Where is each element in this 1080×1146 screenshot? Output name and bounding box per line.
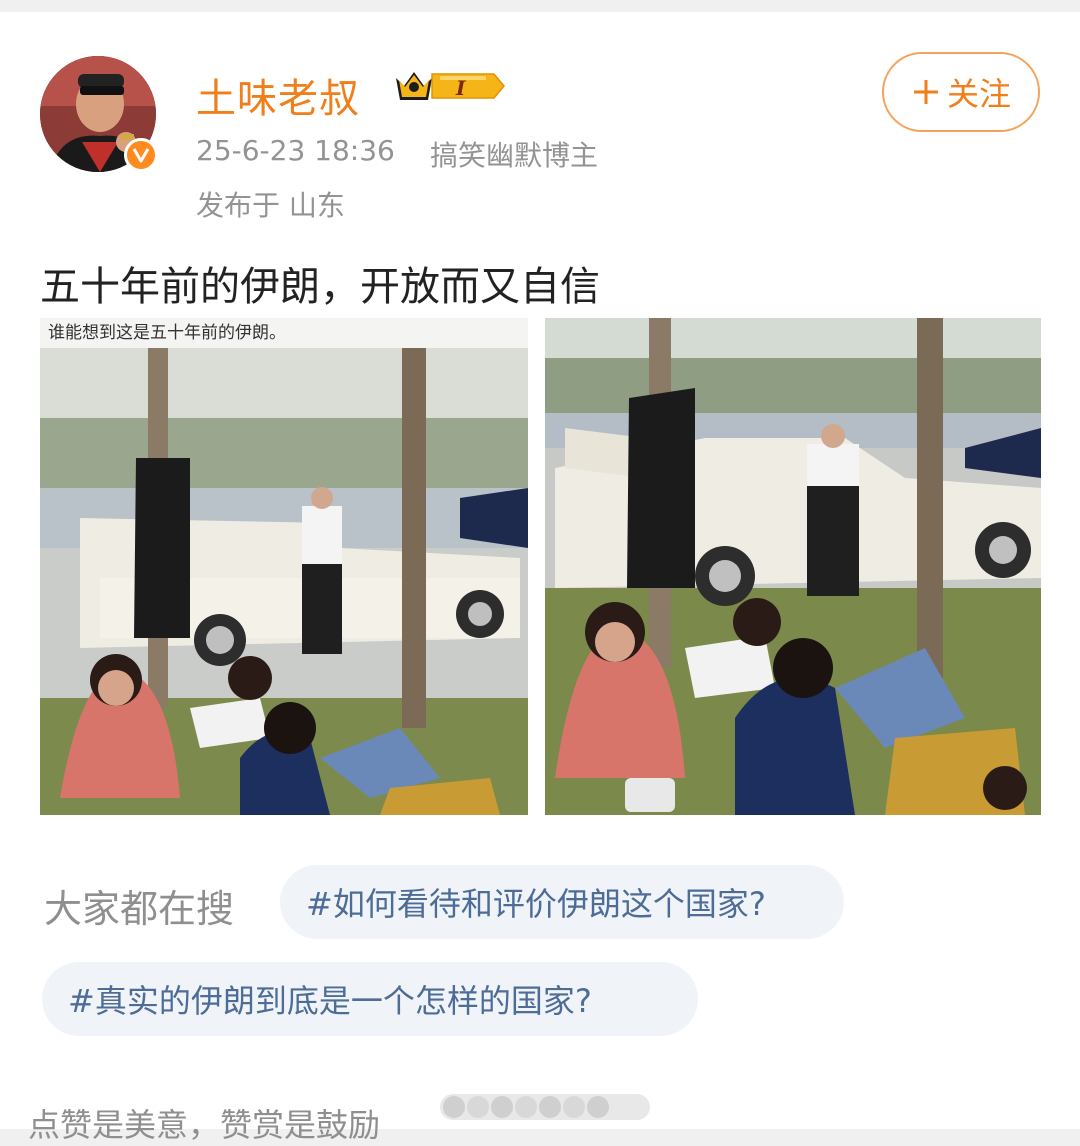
verified-badge-icon [124, 138, 158, 172]
post-time: 25-6-23 18:36 [196, 134, 395, 167]
post-text: 五十年前的伊朗，开放而又自信 [40, 264, 600, 310]
plus-icon [913, 80, 938, 104]
level-badge-text: I [455, 76, 466, 100]
photo-image [545, 318, 1041, 815]
author-role: 搞笑幽默博主 [430, 139, 599, 172]
post-location: 发布于 山东 [196, 189, 345, 222]
supporter-avatars-strip [440, 1094, 650, 1120]
trending-topic-1[interactable]: #如何看待和评价伊朗这个国家? [280, 865, 844, 939]
photo-caption: 谁能想到这是五十年前的伊朗。 [48, 323, 286, 343]
post-photo-1[interactable]: 谁能想到这是五十年前的伊朗。 [40, 318, 528, 815]
follow-button[interactable]: 关注 [882, 52, 1040, 132]
follow-label: 关注 [946, 75, 1011, 113]
crown-level-badge-icon: I [396, 72, 505, 100]
trending-search-label: 大家都在搜 [44, 887, 235, 931]
photo-image: 谁能想到这是五十年前的伊朗。 [40, 318, 528, 815]
trending-topic-2[interactable]: #真实的伊朗到底是一个怎样的国家? [42, 962, 698, 1036]
author-name[interactable]: 土味老叔 [196, 66, 360, 124]
reward-prompt-text: 点赞是美意，赞赏是鼓励 [28, 1106, 381, 1144]
post-photo-2[interactable] [545, 318, 1041, 815]
